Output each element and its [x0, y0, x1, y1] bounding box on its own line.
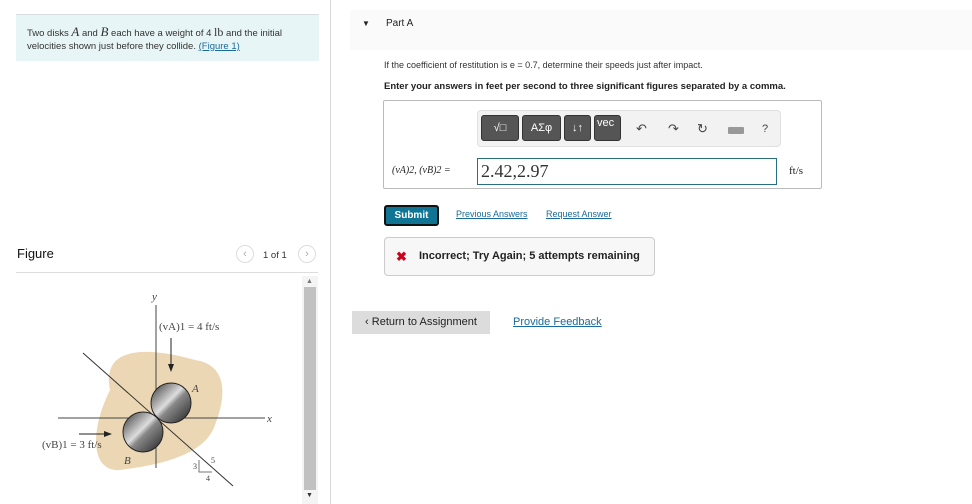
problem-text: and — [79, 28, 101, 39]
vb-label: (vB)1 = 3 ft/s — [42, 439, 102, 451]
chevron-left-icon: ‹ — [243, 248, 247, 260]
prev-figure-button[interactable]: ‹ — [236, 245, 254, 263]
x-label: x — [266, 413, 272, 425]
unit-lb: lb — [214, 25, 224, 39]
figure-image: y x (vA)1 = 4 ft/s (vB)1 = 3 ft/s A B 3 … — [42, 291, 272, 487]
scrollbar-thumb[interactable] — [304, 287, 316, 490]
va-label: (vA)1 = 4 ft/s — [159, 321, 219, 333]
scroll-down-icon[interactable]: ▼ — [306, 492, 313, 499]
submit-button[interactable]: Submit — [384, 205, 439, 226]
instruction-text: Enter your answers in feet per second to… — [384, 81, 786, 92]
redo-icon[interactable]: ↷ — [668, 121, 679, 137]
question-text: If the coefficient of restitution is e =… — [384, 60, 703, 70]
part-a-header[interactable] — [350, 10, 972, 50]
slope-5: 5 — [211, 456, 215, 465]
y-label: y — [151, 291, 157, 303]
answer-unit: ft/s — [789, 165, 804, 177]
request-answer-link[interactable]: Request Answer — [546, 209, 612, 219]
symbols-button[interactable]: ΑΣφ — [522, 115, 561, 141]
part-title: Part A — [386, 18, 414, 29]
undo-icon[interactable]: ↶ — [636, 121, 647, 137]
feedback-message: Incorrect; Try Again; 5 attempts remaini… — [384, 237, 655, 276]
next-figure-button[interactable]: › — [298, 245, 316, 263]
arrows-button[interactable]: ↓↑ — [564, 115, 591, 141]
help-button[interactable]: ? — [762, 123, 768, 135]
vector-button[interactable]: vec — [594, 115, 621, 141]
previous-answers-link[interactable]: Previous Answers — [456, 209, 528, 219]
problem-text: Two disks — [27, 28, 72, 39]
figure-divider — [16, 272, 318, 273]
answer-label: (vA)2, (vB)2 = — [392, 165, 451, 176]
collapse-triangle-icon[interactable]: ▼ — [362, 19, 370, 28]
feedback-text: Incorrect; Try Again; 5 attempts remaini… — [419, 250, 640, 262]
b-label: B — [124, 455, 131, 467]
a-label: A — [191, 383, 199, 395]
slope-3: 3 — [193, 462, 197, 471]
return-to-assignment-button[interactable]: ‹ Return to Assignment — [352, 311, 490, 334]
return-label: Return to Assignment — [371, 316, 477, 328]
panel-divider — [330, 0, 331, 504]
scroll-up-icon[interactable]: ▲ — [306, 278, 313, 285]
templates-button[interactable]: √□ — [481, 115, 519, 141]
reset-icon[interactable]: ↻ — [697, 121, 708, 137]
chevron-left-icon: ‹ — [365, 316, 372, 328]
incorrect-x-icon: ✖ — [396, 249, 407, 264]
disk-a — [150, 382, 192, 424]
figure-link[interactable]: (Figure 1) — [199, 41, 240, 52]
chevron-right-icon: › — [305, 248, 309, 260]
provide-feedback-link[interactable]: Provide Feedback — [513, 316, 602, 328]
problem-statement: Two disks A and B each have a weight of … — [16, 14, 319, 61]
keyboard-icon[interactable] — [728, 127, 744, 134]
figure-pager: 1 of 1 — [263, 250, 287, 261]
figure-title: Figure — [17, 246, 54, 261]
answer-input[interactable]: 2.42,2.97 — [477, 158, 777, 185]
slope-4: 4 — [206, 474, 210, 483]
disk-b — [122, 411, 164, 453]
problem-text: each have a weight of 4 — [108, 28, 215, 39]
